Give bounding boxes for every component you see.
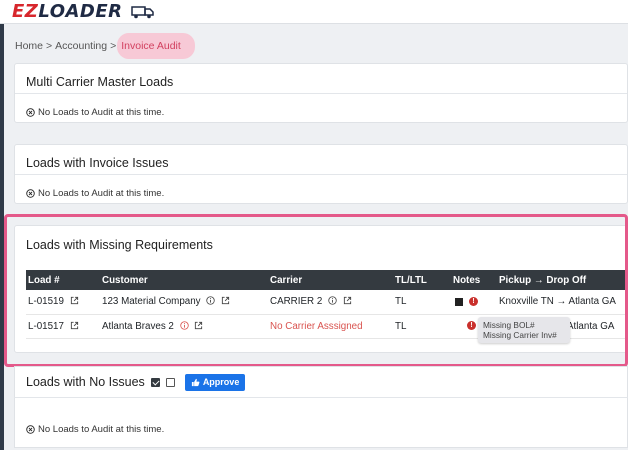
empty-message: No Loads to Audit at this time.	[38, 423, 165, 435]
thumbs-up-icon	[191, 378, 200, 386]
truck-icon	[131, 6, 155, 19]
invoice-issues-card: Loads with Invoice Issues No Loads to Au…	[14, 144, 628, 204]
logo-loader-text: LOADER	[38, 1, 123, 22]
select-all-checkbox[interactable]	[150, 377, 160, 387]
card-body: No Loads to Audit at this time.	[15, 94, 627, 118]
card-title: Multi Carrier Master Loads	[26, 75, 174, 89]
no-issues-card: Loads with No Issues Approve No Loads to…	[14, 366, 628, 450]
row-checkbox[interactable]	[165, 377, 175, 387]
empty-message: No Loads to Audit at this time.	[38, 188, 165, 199]
breadcrumb-separator: >	[110, 40, 117, 52]
breadcrumb-accounting[interactable]: Accounting	[55, 40, 107, 52]
empty-message: No Loads to Audit at this time.	[38, 107, 165, 118]
breadcrumb-separator: >	[46, 40, 53, 52]
approve-label: Approve	[202, 377, 240, 387]
annotation-highlight-box	[4, 214, 628, 367]
card-title: Loads with No Issues	[26, 375, 145, 389]
x-circle-icon	[26, 424, 35, 434]
card-title: Loads with Invoice Issues	[26, 156, 169, 170]
card-body: No Loads to Audit at this time.	[15, 175, 627, 199]
approve-button[interactable]: Approve	[184, 373, 246, 391]
breadcrumb-current: Invoice Audit	[117, 33, 195, 59]
breadcrumb-home[interactable]: Home	[15, 40, 43, 52]
ezloader-logo[interactable]: EZLOADER	[12, 1, 155, 23]
card-header: Multi Carrier Master Loads	[15, 64, 627, 94]
x-circle-icon	[26, 108, 35, 117]
card-body: No Loads to Audit at this time.	[14, 398, 628, 448]
x-circle-icon	[26, 189, 35, 198]
top-navbar: EZLOADER	[0, 0, 628, 24]
card-header: Loads with Invoice Issues	[15, 145, 627, 175]
multi-carrier-card: Multi Carrier Master Loads No Loads to A…	[14, 63, 628, 123]
logo-ez-text: EZ	[12, 1, 39, 22]
card-header: Loads with No Issues Approve	[14, 366, 628, 398]
breadcrumb: Home > Accounting > Invoice Audit	[15, 33, 195, 59]
